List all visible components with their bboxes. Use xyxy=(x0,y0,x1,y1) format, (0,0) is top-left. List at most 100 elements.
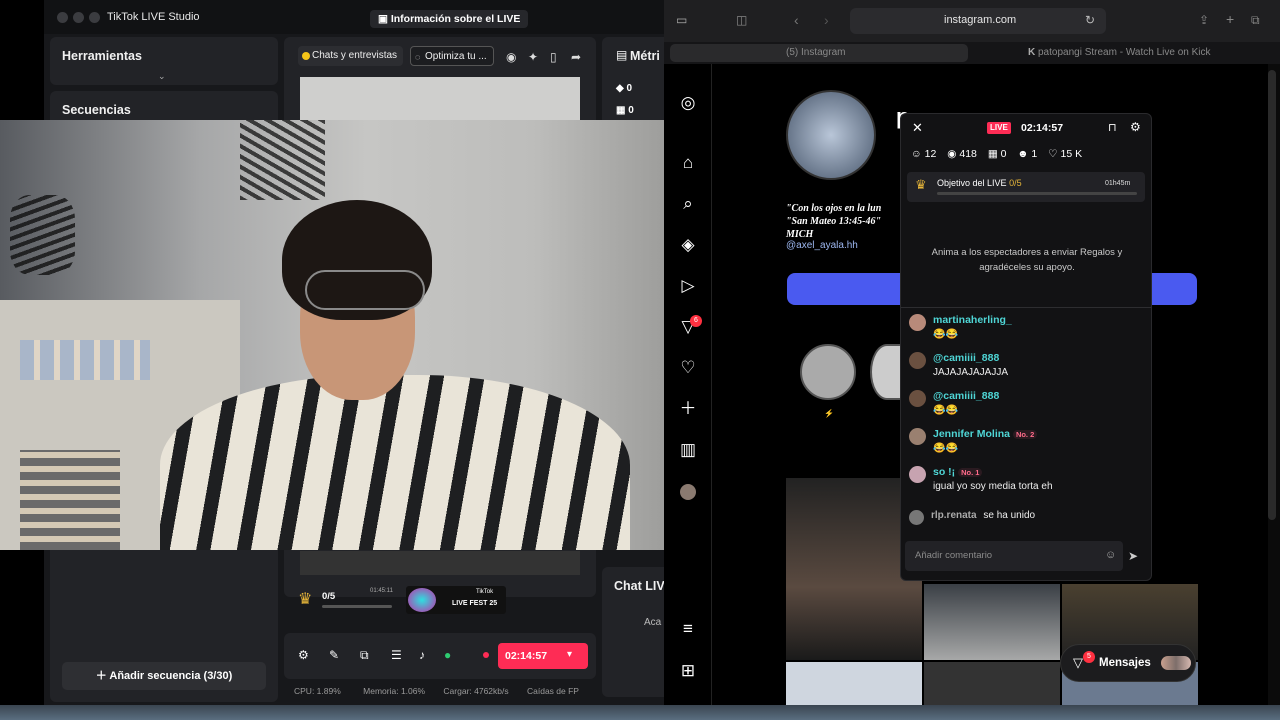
tools-panel: Herramientas ⌄ xyxy=(50,37,278,85)
chat-message[interactable]: Jennifer Molina No. 2 😂😂 xyxy=(909,428,1145,454)
scene-thumbnails[interactable] xyxy=(300,551,580,575)
add-sequence-button[interactable]: ＋ Añadir secuencia (3/30) xyxy=(62,662,266,690)
forward-icon[interactable]: › xyxy=(824,12,829,28)
profile-photo[interactable] xyxy=(786,90,876,180)
tabs-icon[interactable]: ⧉ xyxy=(1251,13,1260,28)
live-fest-banner[interactable]: TikTok LIVE FEST 25 xyxy=(406,586,506,614)
joined-username: rlp.renata xyxy=(931,510,977,521)
chat-text: 😂😂 xyxy=(933,329,958,340)
close-window-icon[interactable] xyxy=(57,12,68,23)
eye-icon: ◉ xyxy=(947,148,957,160)
settings-icon[interactable]: ⚙ xyxy=(1130,120,1141,134)
new-tab-icon[interactable]: + xyxy=(1226,11,1234,27)
send-icon[interactable]: ➤ xyxy=(1128,549,1138,563)
live-badge: LIVE xyxy=(987,122,1011,134)
bio-handle-link[interactable]: @axel_ayala.hh xyxy=(786,240,858,251)
home-icon[interactable]: ⌂ xyxy=(676,151,700,175)
phone-icon[interactable]: ▯ xyxy=(550,50,557,64)
bio-line-1: "Con los ojos en la lun xyxy=(786,203,882,214)
menu-icon[interactable]: ≡ xyxy=(676,617,700,641)
chat-message[interactable]: @camiiii_888 😂😂 xyxy=(909,390,1145,416)
live-info-button[interactable]: ▣ Información sobre el LIVE xyxy=(370,10,529,28)
insights-icon[interactable]: ▥ xyxy=(676,438,700,462)
goal-time: 01h45m xyxy=(1105,180,1131,187)
browser-toolbar: ▭ ◫ ‹ › instagram.com ↻ ⇪ + ⧉ xyxy=(664,0,1280,42)
avatar xyxy=(909,510,924,525)
scrollbar[interactable] xyxy=(1268,70,1276,520)
post-thumbnail-2[interactable] xyxy=(924,584,1060,660)
joined-text: se ha unido xyxy=(983,510,1036,521)
sliders-icon[interactable]: ☰ xyxy=(391,648,402,662)
emoji-icon[interactable]: ☺ xyxy=(1105,549,1116,561)
sidebar-toggle-icon[interactable]: ▭ xyxy=(676,13,687,27)
gift-icon: ▦ xyxy=(987,148,998,160)
story-highlight-1[interactable] xyxy=(800,344,856,400)
reels-icon[interactable]: ▷ xyxy=(676,274,700,298)
dropdown-icon[interactable]: ▾ xyxy=(567,649,572,660)
chart-icon: ▤ xyxy=(616,48,628,62)
chat-username: @camiiii_888 xyxy=(933,352,1000,364)
lock-icon[interactable]: ⊓ xyxy=(1108,121,1117,134)
cpu-stat: CPU: 1.89% xyxy=(294,686,341,696)
live-chat-panel: ✕ LIVE 02:14:57 ⊓ ⚙ ☺ 12 ◉ 418 ▦ 0 ☻ 1 ♡… xyxy=(900,113,1152,581)
tab-kick[interactable]: K patopangi Stream - Watch Live on Kick xyxy=(1028,44,1228,62)
share-icon[interactable]: ➦ xyxy=(571,50,581,64)
optimize-chip[interactable]: ◌ Optimiza tu ... xyxy=(410,46,494,66)
record-icon[interactable]: ◉ xyxy=(506,50,516,64)
avatar xyxy=(909,314,926,331)
chevron-down-icon[interactable]: ⌄ xyxy=(158,71,166,82)
live-timer: 02:14:57 xyxy=(505,650,548,662)
tab-instagram-label: (5) Instagram xyxy=(786,47,846,58)
reload-icon[interactable]: ↻ xyxy=(1085,13,1095,27)
maximize-window-icon[interactable] xyxy=(89,12,100,23)
url-text[interactable]: instagram.com xyxy=(944,14,1016,26)
comment-input[interactable]: Añadir comentario ☺ xyxy=(905,541,1123,571)
preview-canvas xyxy=(300,77,580,120)
sparkle-icon[interactable]: ✦ xyxy=(528,50,538,64)
magic-wand-icon[interactable]: ✎ xyxy=(329,648,339,662)
post-thumbnail-4[interactable] xyxy=(786,662,922,705)
tab-overview-icon[interactable]: ◫ xyxy=(736,13,747,27)
explore-icon[interactable]: ◈ xyxy=(676,233,700,257)
tab-instagram[interactable]: (5) Instagram xyxy=(670,44,968,62)
goal-progress: 0/5 xyxy=(322,591,336,602)
close-icon[interactable]: ✕ xyxy=(912,120,923,136)
stat-likes: 15 K xyxy=(1060,148,1083,160)
coin-icon: ◆ xyxy=(616,83,627,94)
messages-dock[interactable]: ▽ 5 Mensajes xyxy=(1060,644,1196,682)
heart-icon[interactable]: ♡ xyxy=(676,356,700,380)
post-thumbnail-5[interactable] xyxy=(924,662,1060,705)
macos-dock[interactable] xyxy=(0,705,1280,720)
add-sequence-label: Añadir secuencia (3/30) xyxy=(109,670,233,682)
minimize-window-icon[interactable] xyxy=(73,12,84,23)
end-live-button[interactable]: 02:14:57 ▾ xyxy=(498,643,588,669)
comment-placeholder: Añadir comentario xyxy=(915,550,993,561)
share-icon[interactable]: ⇪ xyxy=(1199,13,1209,27)
live-goal-card[interactable]: ♛ Objetivo del LIVE 0/5 01h45m xyxy=(907,172,1145,202)
search-icon[interactable]: ⌕ xyxy=(676,192,700,216)
instagram-logo-icon[interactable]: ◎ xyxy=(676,91,700,115)
goal-widget[interactable]: ♛ 0/5 01:45:11 xyxy=(298,585,394,615)
tab-bar: (5) Instagram K patopangi Stream - Watch… xyxy=(664,42,1280,64)
settings-icon[interactable]: ⚙ xyxy=(298,648,309,662)
figurine-row xyxy=(20,340,150,380)
volume-icon[interactable]: ♪ xyxy=(419,648,425,662)
chats-interviews-chip[interactable]: Chats y entrevistas xyxy=(298,46,404,66)
apps-icon[interactable]: ⊞ xyxy=(676,659,700,683)
chat-message[interactable]: martinaherling_ 😂😂 xyxy=(909,314,1145,340)
goal-progress-bar xyxy=(322,605,392,608)
gifts-metric: ▦ 0 xyxy=(616,105,634,116)
back-icon[interactable]: ‹ xyxy=(794,12,799,28)
profile-avatar[interactable] xyxy=(680,484,696,500)
story-highlight-2[interactable] xyxy=(870,344,904,400)
microphone-icon[interactable]: ● xyxy=(444,648,451,662)
layers-icon[interactable]: ⧉ xyxy=(360,648,369,663)
recording-dot-icon xyxy=(483,652,489,658)
fest-label: LIVE FEST 25 xyxy=(452,600,498,607)
chat-message[interactable]: @camiiii_888 JAJAJAJAJAJJA xyxy=(909,352,1145,378)
chat-message[interactable]: so !¡ No. 1 igual yo soy media torta eh xyxy=(909,466,1145,492)
avatar xyxy=(909,390,926,407)
wall-poster-mask xyxy=(10,195,75,275)
avatar xyxy=(909,352,926,369)
create-icon[interactable]: ＋ xyxy=(676,397,700,421)
